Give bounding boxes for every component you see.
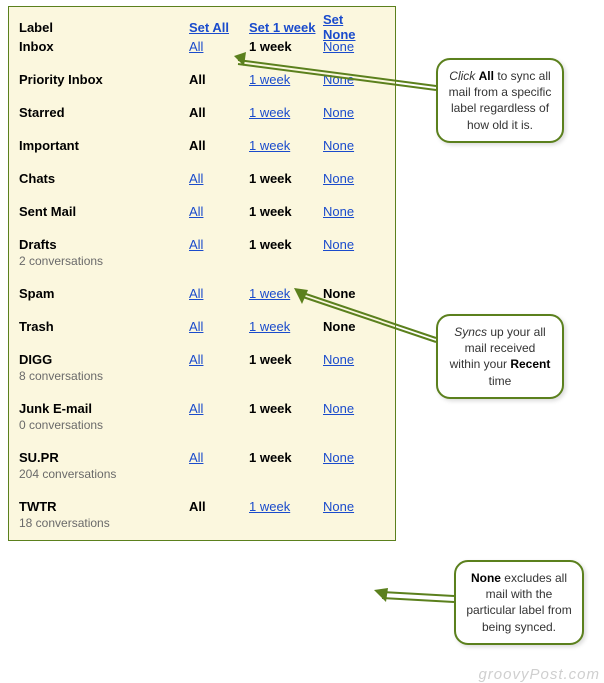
week-option: 1 week (249, 171, 292, 186)
none-option[interactable]: None (323, 352, 354, 367)
none-option: None (323, 319, 356, 334)
label-count: 0 conversations (19, 418, 189, 432)
all-option[interactable]: All (189, 171, 203, 186)
label-name: Starred (19, 105, 189, 120)
all-option[interactable]: All (189, 319, 203, 334)
all-option: All (189, 138, 206, 153)
all-option[interactable]: All (189, 352, 203, 367)
week-option: 1 week (249, 352, 292, 367)
label-name: TWTR (19, 499, 189, 514)
all-option: All (189, 499, 206, 514)
label-name: SU.PR (19, 450, 189, 465)
label-count: 18 conversations (19, 516, 189, 530)
all-option[interactable]: All (189, 401, 203, 416)
label-name: DIGG (19, 352, 189, 367)
week-option[interactable]: 1 week (249, 286, 290, 301)
set-none-link[interactable]: Set None (323, 12, 356, 42)
none-option[interactable]: None (323, 499, 354, 514)
none-option: None (323, 286, 356, 301)
label-name: Junk E-mail (19, 401, 189, 416)
label-name: Important (19, 138, 189, 153)
callout-recent: Syncs up your all mail received within y… (436, 314, 564, 399)
label-row: ImportantAll 1 week None (19, 138, 387, 153)
watermark: groovyPost.com (478, 666, 600, 683)
label-name: Trash (19, 319, 189, 334)
week-option[interactable]: 1 week (249, 105, 290, 120)
week-option: 1 week (249, 237, 292, 252)
label-row: StarredAll 1 week None (19, 105, 387, 120)
week-option[interactable]: 1 week (249, 72, 290, 87)
week-option: 1 week (249, 401, 292, 416)
label-row: SpamAll 1 week None (19, 286, 387, 301)
week-option: 1 week (249, 204, 292, 219)
none-option[interactable]: None (323, 450, 354, 465)
set-all-link[interactable]: Set All (189, 20, 229, 35)
all-option: All (189, 105, 206, 120)
week-option: 1 week (249, 39, 292, 54)
label-row: InboxAll 1 week None (19, 39, 387, 54)
label-row: TWTR 18 conversationsAll 1 week None (19, 499, 387, 530)
label-row: SU.PR 204 conversationsAll 1 week None (19, 450, 387, 481)
label-count: 204 conversations (19, 467, 189, 481)
all-option: All (189, 72, 206, 87)
week-option: 1 week (249, 450, 292, 465)
set-1week-link[interactable]: Set 1 week (249, 20, 316, 35)
week-option[interactable]: 1 week (249, 499, 290, 514)
all-option[interactable]: All (189, 450, 203, 465)
all-option[interactable]: All (189, 237, 203, 252)
label-name: Sent Mail (19, 204, 189, 219)
label-row: Priority InboxAll 1 week None (19, 72, 387, 87)
all-option[interactable]: All (189, 39, 203, 54)
label-row: Drafts 2 conversationsAll 1 week None (19, 237, 387, 268)
label-row: Junk E-mail 0 conversationsAll 1 week None (19, 401, 387, 432)
header-row: Label Set All Set 1 week Set None (19, 15, 387, 39)
header-label: Label (19, 20, 189, 35)
label-name: Priority Inbox (19, 72, 189, 87)
week-option[interactable]: 1 week (249, 319, 290, 334)
none-option[interactable]: None (323, 72, 354, 87)
none-option[interactable]: None (323, 401, 354, 416)
callout-none: None excludes all mail with the particul… (454, 560, 584, 645)
none-option[interactable]: None (323, 138, 354, 153)
label-name: Chats (19, 171, 189, 186)
label-row: Sent MailAll 1 week None (19, 204, 387, 219)
week-option[interactable]: 1 week (249, 138, 290, 153)
sync-settings-panel: Label Set All Set 1 week Set None InboxA… (8, 6, 396, 541)
label-name: Spam (19, 286, 189, 301)
label-row: TrashAll 1 week None (19, 319, 387, 334)
all-option[interactable]: All (189, 286, 203, 301)
label-name: Drafts (19, 237, 189, 252)
callout-all: Click All to sync all mail from a specif… (436, 58, 564, 143)
none-option[interactable]: None (323, 105, 354, 120)
label-row: ChatsAll 1 week None (19, 171, 387, 186)
label-row: DIGG 8 conversationsAll 1 week None (19, 352, 387, 383)
label-count: 8 conversations (19, 369, 189, 383)
label-name: Inbox (19, 39, 189, 54)
none-option[interactable]: None (323, 171, 354, 186)
label-count: 2 conversations (19, 254, 189, 268)
none-option[interactable]: None (323, 204, 354, 219)
none-option[interactable]: None (323, 237, 354, 252)
none-option[interactable]: None (323, 39, 354, 54)
all-option[interactable]: All (189, 204, 203, 219)
